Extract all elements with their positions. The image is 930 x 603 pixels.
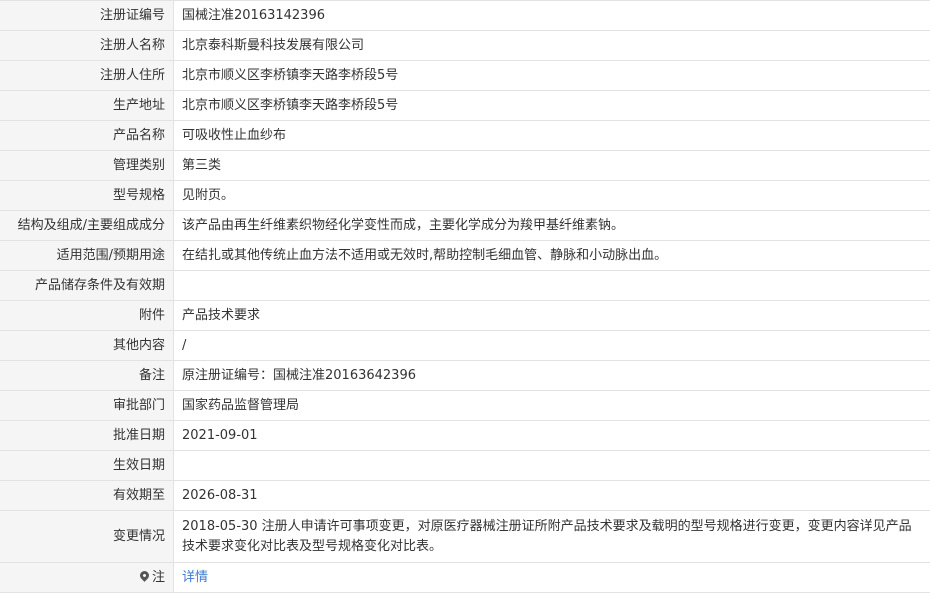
table-row-intended-use: 适用范围/预期用途 在结扎或其他传统止血方法不适用或无效时,帮助控制毛细血管、静… [0,240,930,271]
table-row-model-spec: 型号规格 见附页。 [0,180,930,211]
row-label: 审批部门 [0,390,174,421]
row-label: 适用范围/预期用途 [0,240,174,271]
table-row-storage-conditions: 产品储存条件及有效期 [0,270,930,301]
row-value: 国械注准20163142396 [173,0,930,31]
table-row-product-name: 产品名称 可吸收性止血纱布 [0,120,930,151]
table-row-registrant-name: 注册人名称 北京泰科斯曼科技发展有限公司 [0,30,930,61]
row-value: 2021-09-01 [173,420,930,451]
row-label: 注册人住所 [0,60,174,91]
row-value: 该产品由再生纤维素织物经化学变性而成，主要化学成分为羧甲基纤维素钠。 [173,210,930,241]
table-row-approval-department: 审批部门 国家药品监督管理局 [0,390,930,421]
table-row-approval-date: 批准日期 2021-09-01 [0,420,930,451]
table-row-production-address: 生产地址 北京市顺义区李桥镇李天路李桥段5号 [0,90,930,121]
row-label: 产品名称 [0,120,174,151]
row-value: 原注册证编号：国械注准20163642396 [173,360,930,391]
registration-detail-table: 注册证编号 国械注准20163142396 注册人名称 北京泰科斯曼科技发展有限… [0,0,930,593]
row-label: 有效期至 [0,480,174,511]
table-row-registrant-address: 注册人住所 北京市顺义区李桥镇李天路李桥段5号 [0,60,930,91]
table-row-remarks: 备注 原注册证编号：国械注准20163642396 [0,360,930,391]
row-label: 批准日期 [0,420,174,451]
row-value: 可吸收性止血纱布 [173,120,930,151]
row-label: 注册人名称 [0,30,174,61]
table-row-structure-composition: 结构及组成/主要组成成分 该产品由再生纤维素织物经化学变性而成，主要化学成分为羧… [0,210,930,241]
row-label: 注册证编号 [0,0,174,31]
table-row-management-category: 管理类别 第三类 [0,150,930,181]
table-row-valid-until: 有效期至 2026-08-31 [0,480,930,511]
row-label: 结构及组成/主要组成成分 [0,210,174,241]
row-label: 生产地址 [0,90,174,121]
row-value: 产品技术要求 [173,300,930,331]
row-value [173,450,930,481]
details-link[interactable]: 详情 [182,570,208,585]
note-label: 注 [151,569,165,585]
row-value: 北京市顺义区李桥镇李天路李桥段5号 [173,60,930,91]
note-label-cell: 注 [0,562,174,593]
row-label: 变更情况 [0,510,174,563]
row-value: 北京市顺义区李桥镇李天路李桥段5号 [173,90,930,121]
table-row-attachment: 附件 产品技术要求 [0,300,930,331]
row-value: 北京泰科斯曼科技发展有限公司 [173,30,930,61]
row-value: 在结扎或其他传统止血方法不适用或无效时,帮助控制毛细血管、静脉和小动脉出血。 [173,240,930,271]
row-value: 见附页。 [173,180,930,211]
table-row-other-content: 其他内容 / [0,330,930,361]
row-label: 产品储存条件及有效期 [0,270,174,301]
row-label: 型号规格 [0,180,174,211]
row-label: 管理类别 [0,150,174,181]
row-value: 2026-08-31 [173,480,930,511]
row-value: 国家药品监督管理局 [173,390,930,421]
row-value: 第三类 [173,150,930,181]
row-label: 生效日期 [0,450,174,481]
row-value [173,270,930,301]
row-value: / [173,330,930,361]
row-label: 备注 [0,360,174,391]
pin-icon [138,568,151,582]
table-row-change-history: 变更情况 2018-05-30 注册人申请许可事项变更，对原医疗器械注册证所附产… [0,510,930,563]
row-label: 附件 [0,300,174,331]
note-value-cell: 详情 [173,562,930,593]
row-value: 2018-05-30 注册人申请许可事项变更，对原医疗器械注册证所附产品技术要求… [173,510,930,563]
table-row-effective-date: 生效日期 [0,450,930,481]
table-row-note: 注 详情 [0,562,930,593]
row-label: 其他内容 [0,330,174,361]
table-row-registration-number: 注册证编号 国械注准20163142396 [0,0,930,31]
